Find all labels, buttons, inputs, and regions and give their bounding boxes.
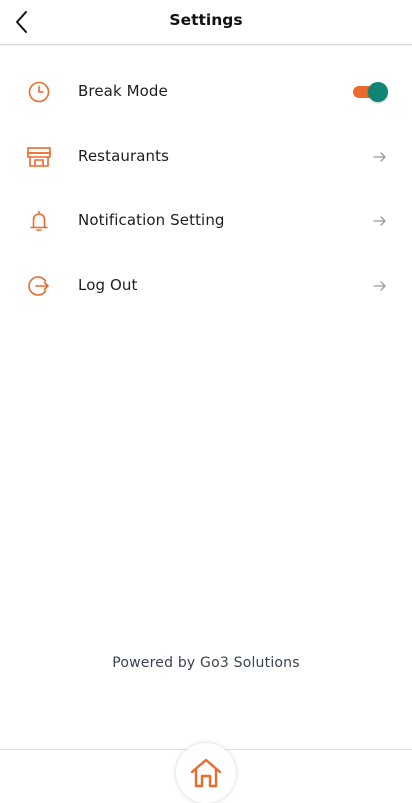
home-icon: [190, 758, 222, 788]
menu-item-notification-setting[interactable]: Notification Setting: [0, 189, 412, 254]
break-mode-toggle[interactable]: [353, 82, 389, 102]
settings-menu: Break Mode Restaurants Notification Sett…: [0, 60, 412, 318]
toggle-knob: [368, 82, 388, 102]
menu-item-label: Restaurants: [78, 146, 170, 165]
menu-item-break-mode[interactable]: Break Mode: [0, 60, 412, 125]
menu-item-log-out[interactable]: Log Out: [0, 254, 412, 319]
logout-icon: [26, 274, 52, 298]
menu-item-label: Log Out: [78, 275, 138, 294]
arrow-right-icon: [373, 151, 386, 162]
arrow-right-icon: [373, 280, 386, 291]
bell-icon: [26, 209, 52, 233]
arrow-right-icon: [373, 216, 386, 226]
menu-item-label: Notification Setting: [78, 211, 225, 229]
store-icon: [26, 145, 52, 169]
menu-item-label: Break Mode: [78, 82, 168, 100]
menu-item-restaurants[interactable]: Restaurants: [0, 125, 412, 190]
clock-icon: [26, 80, 52, 104]
powered-by-text: Powered by Go3 Solutions: [112, 655, 300, 671]
page-title: Settings: [169, 11, 243, 29]
home-button[interactable]: [176, 743, 236, 803]
top-app-bar: Settings: [0, 0, 412, 45]
